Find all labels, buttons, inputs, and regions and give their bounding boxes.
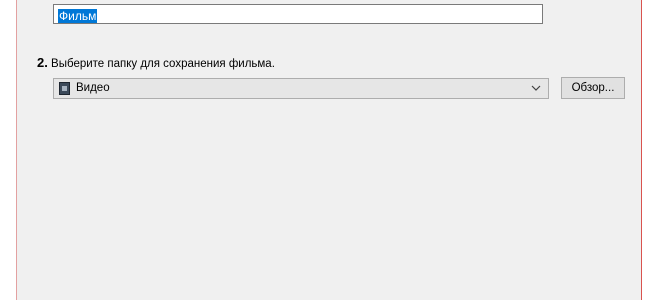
step-2-instruction: 2. Выберите папку для сохранения фильма. [37,55,275,70]
movie-name-input[interactable]: Фильм [53,4,543,24]
step-number: 2. [37,55,48,70]
browse-button[interactable]: Обзор... [561,77,625,99]
video-folder-icon [59,82,70,95]
step-label-text: Выберите папку для сохранения фильма. [51,58,275,70]
movie-name-selected-text: Фильм [58,9,98,23]
save-movie-dialog: Фильм 2. Выберите папку для сохранения ф… [16,0,642,300]
folder-select-value: Видео [76,82,110,94]
folder-select[interactable]: Видео [53,78,549,99]
chevron-down-icon[interactable] [530,82,542,94]
